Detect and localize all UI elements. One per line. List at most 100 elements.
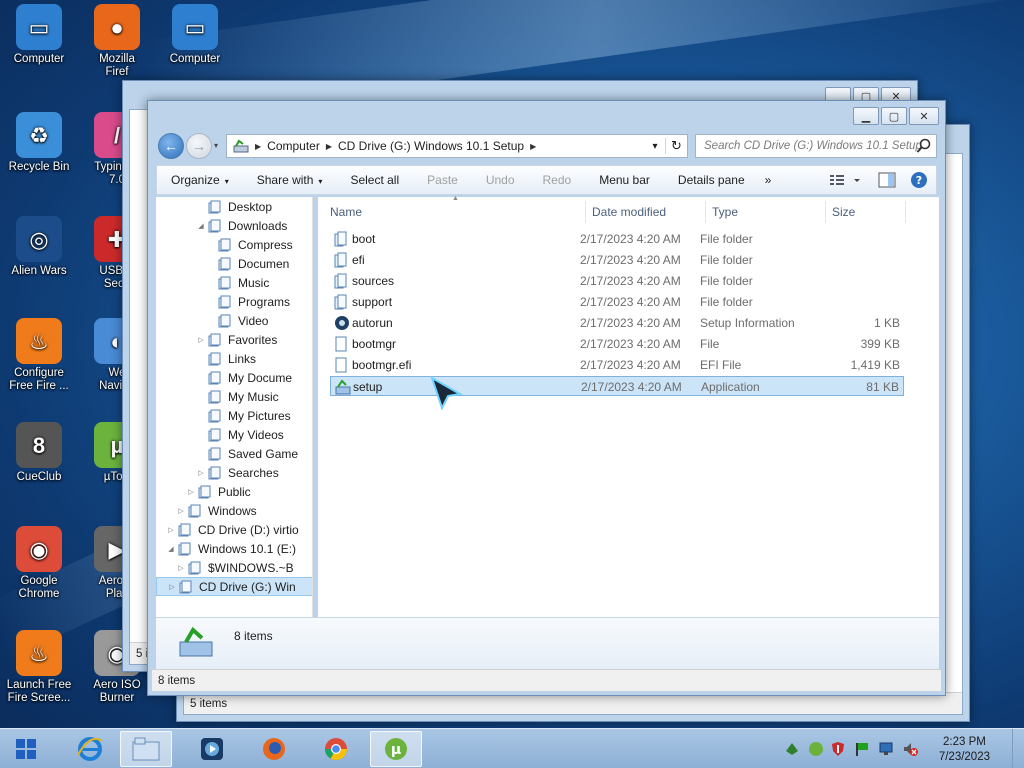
file-name: autorun xyxy=(352,316,393,330)
desktop-icon[interactable]: 8 CueClub xyxy=(0,422,78,484)
nav-item[interactable]: Music xyxy=(206,273,269,292)
expand-arrow-icon[interactable]: ▷ xyxy=(196,469,206,477)
explorer-window[interactable]: ▁ ▢ ✕ ← → ▾ ▶ Computer ▶ CD Drive (G:) W… xyxy=(147,100,946,696)
file-name: efi xyxy=(352,253,365,267)
help-icon[interactable]: ? xyxy=(910,171,928,189)
file-type: EFI File xyxy=(700,358,742,372)
nav-item[interactable]: ▷ $WINDOWS.~B xyxy=(176,558,293,577)
select-all-button[interactable]: Select all xyxy=(336,173,413,187)
expand-arrow-icon[interactable]: ▷ xyxy=(176,507,186,515)
taskbar-media-player[interactable] xyxy=(186,731,238,767)
tray-network-icon[interactable] xyxy=(878,741,894,757)
nav-item[interactable]: ▷ Windows xyxy=(176,501,256,520)
tray-volume-muted-icon[interactable] xyxy=(902,741,918,757)
start-button[interactable] xyxy=(6,734,46,764)
nav-item-label: Searches xyxy=(228,465,279,480)
address-bar[interactable]: ▶ Computer ▶ CD Drive (G:) Windows 10.1 … xyxy=(226,134,688,158)
details-pane-button[interactable]: Details pane xyxy=(664,173,759,187)
show-desktop-button[interactable] xyxy=(1012,729,1024,768)
expand-arrow-icon[interactable]: ◢ xyxy=(196,222,206,230)
nav-item[interactable]: ▷ CD Drive (D:) virtio xyxy=(166,520,298,539)
preview-pane-icon[interactable] xyxy=(878,172,896,188)
tray-utorrent-icon[interactable] xyxy=(808,741,824,757)
desktop-icon[interactable]: ♨ Configure Free Fire ... xyxy=(0,318,78,393)
nav-item[interactable]: ◢ Windows 10.1 (E:) xyxy=(166,539,296,558)
taskbar-file-explorer[interactable] xyxy=(120,731,172,767)
view-options-icon[interactable] xyxy=(828,172,864,188)
column-header-name[interactable]: Name xyxy=(324,201,586,223)
close-button[interactable]: ✕ xyxy=(909,107,939,125)
file-row[interactable]: support 2/17/2023 4:20 AM File folder xyxy=(330,292,904,312)
tray-security-icon[interactable] xyxy=(830,741,846,757)
nav-item[interactable]: Compress xyxy=(206,235,293,254)
nav-item[interactable]: ▷ CD Drive (G:) Win xyxy=(156,577,312,596)
tray-flag-icon[interactable] xyxy=(854,741,870,757)
minimize-button[interactable]: ▁ xyxy=(853,107,879,125)
expand-arrow-icon[interactable]: ▷ xyxy=(176,564,186,572)
undo-button[interactable]: Undo xyxy=(472,173,529,187)
desktop-icon[interactable]: ♨ Launch Free Fire Scree... xyxy=(0,630,78,705)
nav-item[interactable]: ▷ Public xyxy=(186,482,250,501)
file-row[interactable]: bootmgr 2/17/2023 4:20 AM File 399 KB xyxy=(330,334,904,354)
desktop-icon[interactable]: ◉ Google Chrome xyxy=(0,526,78,601)
nav-item[interactable]: Saved Game xyxy=(196,444,298,463)
nav-item[interactable]: My Pictures xyxy=(196,406,291,425)
column-header-size[interactable]: Size xyxy=(826,201,906,223)
breadcrumb-separator[interactable]: ▶ xyxy=(255,142,261,151)
column-header-type[interactable]: Type xyxy=(706,201,826,223)
file-row[interactable]: bootmgr.efi 2/17/2023 4:20 AM EFI File 1,41… xyxy=(330,355,904,375)
file-row[interactable]: sources 2/17/2023 4:20 AM File folder xyxy=(330,271,904,291)
back-button[interactable]: ← xyxy=(158,133,184,159)
nav-item[interactable]: My Music xyxy=(196,387,279,406)
redo-button[interactable]: Redo xyxy=(529,173,586,187)
forward-button[interactable]: → xyxy=(186,133,212,159)
taskbar-utorrent[interactable]: µ xyxy=(370,731,422,767)
desktop-icon[interactable]: ▭ Computer xyxy=(156,4,234,66)
file-row[interactable]: autorun 2/17/2023 4:20 AM Setup Informatio… xyxy=(330,313,904,333)
desktop-icon[interactable]: ♻ Recycle Bin xyxy=(0,112,78,174)
desktop-icon[interactable]: ▭ Computer xyxy=(0,4,78,66)
expand-arrow-icon[interactable]: ▷ xyxy=(186,488,196,496)
file-row[interactable]: boot 2/17/2023 4:20 AM File folder xyxy=(330,229,904,249)
expand-arrow-icon[interactable]: ▷ xyxy=(166,526,176,534)
nav-item[interactable]: Video xyxy=(206,311,268,330)
file-name: bootmgr.efi xyxy=(352,358,412,372)
recent-pages-dropdown[interactable]: ▾ xyxy=(214,141,218,150)
breadcrumb-separator[interactable]: ▶ xyxy=(530,142,536,151)
nav-item[interactable]: My Videos xyxy=(196,425,284,444)
nav-item[interactable]: ▷ Favorites xyxy=(196,330,277,349)
nav-item[interactable]: My Docume xyxy=(196,368,292,387)
tray-network-shield-icon[interactable] xyxy=(784,741,800,757)
organize-button[interactable]: Organize ▾ xyxy=(157,173,243,187)
address-dropdown-icon[interactable]: ▾ xyxy=(645,141,665,152)
share-with-button[interactable]: Share with ▾ xyxy=(243,173,337,187)
desktop-icon[interactable]: ● Mozilla Firef xyxy=(78,4,156,79)
expand-arrow-icon[interactable]: ◢ xyxy=(166,545,176,553)
file-row[interactable]: setup 2/17/2023 4:20 AM Application 81 KB xyxy=(330,376,904,396)
nav-item[interactable]: Documen xyxy=(206,254,289,273)
breadcrumb-computer[interactable]: Computer xyxy=(267,139,320,153)
nav-item[interactable]: Links xyxy=(196,349,256,368)
refresh-icon[interactable]: ↻ xyxy=(665,138,687,154)
menu-bar-button[interactable]: Menu bar xyxy=(585,173,664,187)
taskbar-chrome[interactable] xyxy=(310,731,362,767)
breadcrumb-separator[interactable]: ▶ xyxy=(326,142,332,151)
taskbar-internet-explorer[interactable] xyxy=(64,731,116,767)
nav-item[interactable]: Programs xyxy=(206,292,290,311)
paste-button[interactable]: Paste xyxy=(413,173,472,187)
more-commands-button[interactable]: » xyxy=(759,173,778,187)
system-clock[interactable]: 2:23 PM 7/23/2023 xyxy=(939,735,990,765)
nav-item[interactable]: ◢ Downloads xyxy=(196,216,287,235)
breadcrumb-cd-drive[interactable]: CD Drive (G:) Windows 10.1 Setup xyxy=(338,139,524,153)
nav-item[interactable]: Desktop xyxy=(196,197,272,216)
file-row[interactable]: efi 2/17/2023 4:20 AM File folder xyxy=(330,250,904,270)
maximize-button[interactable]: ▢ xyxy=(881,107,907,125)
search-input[interactable]: Search CD Drive (G:) Windows 10.1 Setup xyxy=(695,134,937,158)
expand-arrow-icon[interactable]: ▷ xyxy=(167,583,177,591)
expand-arrow-icon[interactable]: ▷ xyxy=(196,336,206,344)
nav-item[interactable]: ▷ Searches xyxy=(196,463,279,482)
desktop-icon[interactable]: ◎ Alien Wars xyxy=(0,216,78,278)
taskbar-firefox[interactable] xyxy=(248,731,300,767)
column-header-date[interactable]: Date modified xyxy=(586,201,706,223)
search-icon[interactable] xyxy=(916,138,932,154)
